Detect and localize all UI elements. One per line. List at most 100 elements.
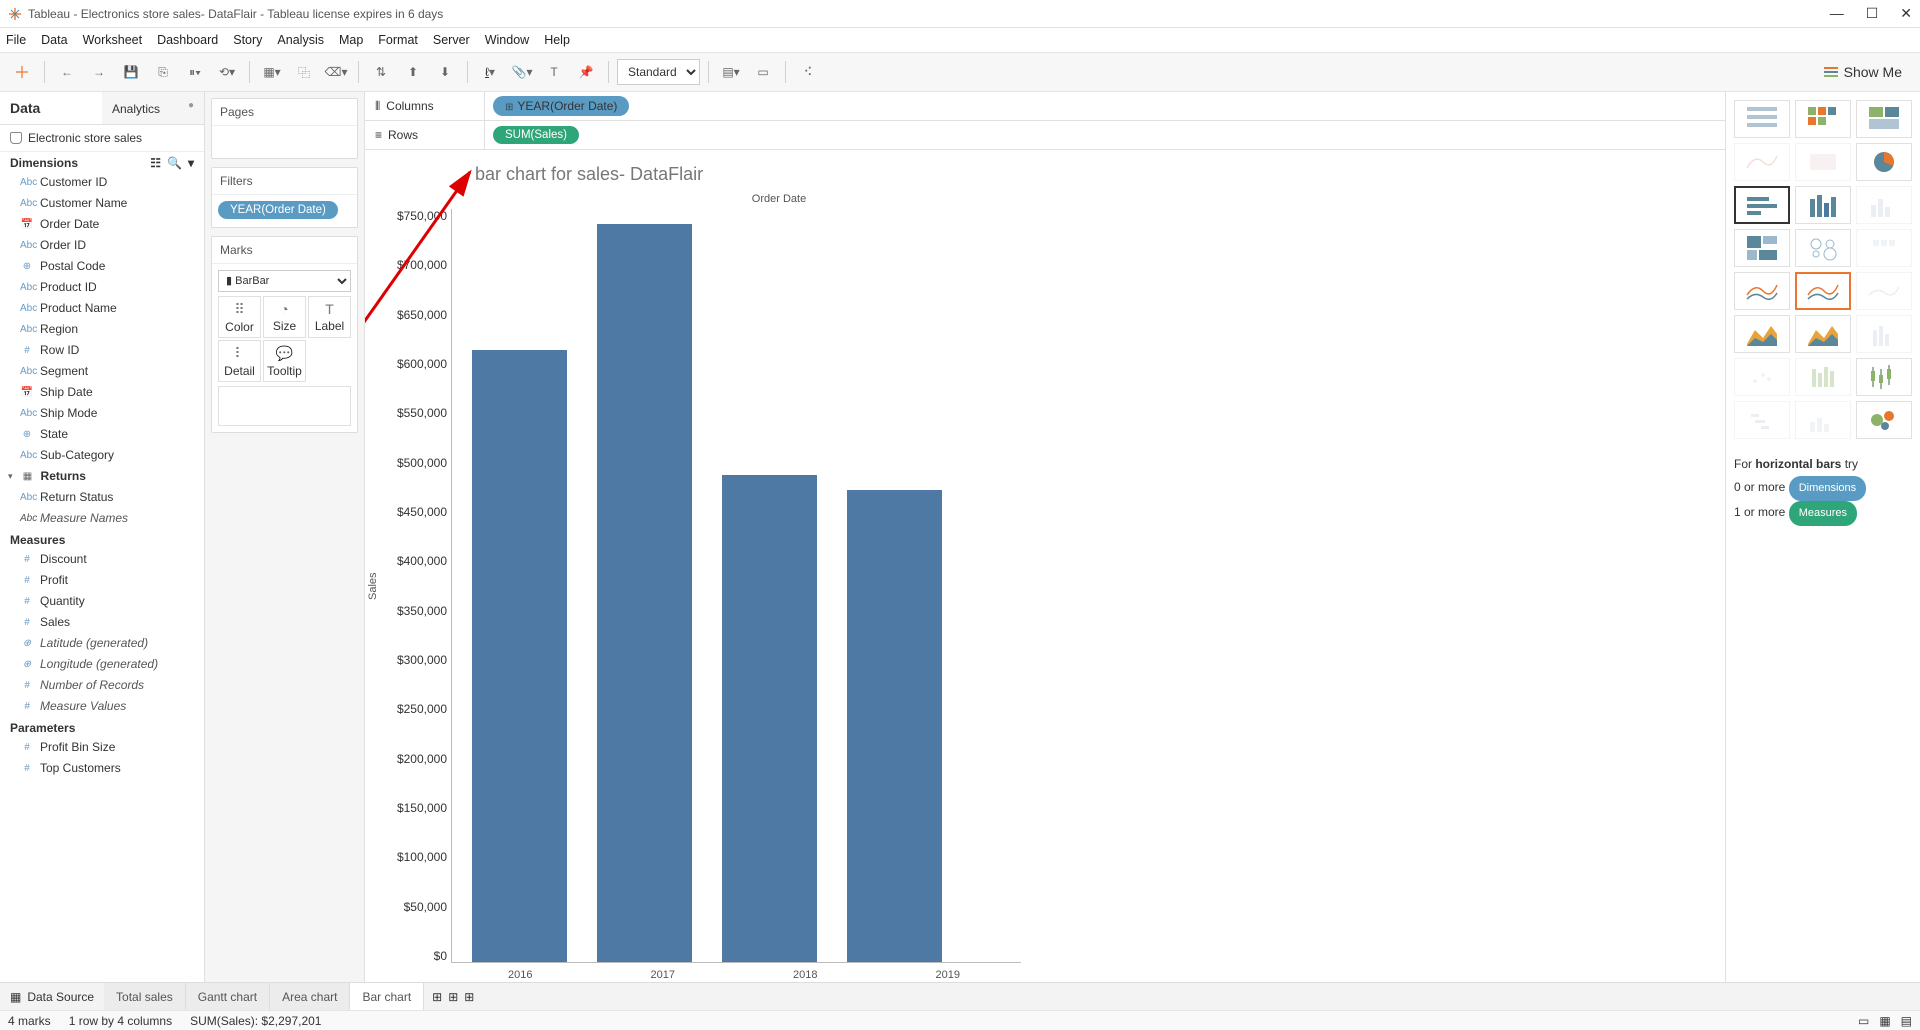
show-me-thumbnail[interactable] [1856,229,1912,267]
show-me-thumbnail[interactable] [1734,229,1790,267]
clear-button[interactable]: ⌫▾ [322,58,350,86]
new-sheet-button[interactable]: ⊞ [432,990,442,1004]
sheet-tab[interactable]: Gantt chart [186,983,270,1010]
field-item[interactable]: AbcOrder ID [0,235,204,256]
show-me-thumbnail[interactable] [1856,186,1912,224]
datasource-row[interactable]: Electronic store sales [0,125,204,152]
undo-button[interactable]: ← [53,58,81,86]
menu-window[interactable]: Window [485,33,529,47]
rows-shelf[interactable]: ≡Rows SUM(Sales) [365,121,1725,150]
show-me-thumbnail[interactable] [1734,100,1790,138]
menu-story[interactable]: Story [233,33,262,47]
show-me-thumbnail[interactable] [1795,186,1851,224]
show-me-thumbnail[interactable] [1856,272,1912,310]
search-icon[interactable]: 🔍 [167,156,182,170]
show-me-thumbnail[interactable] [1795,272,1851,310]
menu-help[interactable]: Help [544,33,570,47]
swap-button[interactable]: ⇅ [367,58,395,86]
field-item[interactable]: AbcSegment [0,361,204,382]
field-item[interactable]: #Number of Records [0,675,204,696]
menu-icon[interactable]: ▾ [188,156,194,170]
mark-type-select[interactable]: ▮ BarBar [218,270,351,292]
chart-bar[interactable] [847,490,942,962]
field-item[interactable]: #Profit [0,570,204,591]
field-item[interactable]: AbcReturn Status [0,487,204,508]
field-item[interactable]: AbcMeasure Names [0,508,204,529]
filters-shelf[interactable]: FiltersYEAR(Order Date) [211,167,358,228]
field-item[interactable]: AbcCustomer Name [0,193,204,214]
menu-map[interactable]: Map [339,33,363,47]
save-button[interactable]: 💾 [117,58,145,86]
field-item[interactable]: #Top Customers [0,758,204,779]
show-me-thumbnail[interactable] [1856,401,1912,439]
show-me-thumbnail[interactable] [1734,272,1790,310]
menu-data[interactable]: Data [41,33,67,47]
show-me-thumbnail[interactable] [1856,358,1912,396]
menu-dashboard[interactable]: Dashboard [157,33,218,47]
show-me-button[interactable]: Show Me [1814,64,1912,80]
menu-analysis[interactable]: Analysis [277,33,324,47]
mark-detail[interactable]: ⠇Detail [218,340,261,382]
refresh-button[interactable]: ⟲▾ [213,58,241,86]
group-button[interactable]: 📎▾ [508,58,536,86]
field-item[interactable]: ⊕Longitude (generated) [0,654,204,675]
field-item[interactable]: AbcProduct ID [0,277,204,298]
sheet-tab[interactable]: Area chart [270,983,350,1010]
columns-pill[interactable]: ⊞YEAR(Order Date) [493,96,629,116]
field-item[interactable]: AbcSub-Category [0,445,204,466]
analytics-tab[interactable]: Analytics● [102,92,204,124]
new-datasource-button[interactable]: ⎘ [149,58,177,86]
new-story-button[interactable]: ⊞ [464,990,474,1004]
menu-file[interactable]: File [6,33,26,47]
marks-drop-area[interactable] [218,386,351,426]
show-me-thumbnail[interactable] [1795,143,1851,181]
presentation-button[interactable]: ▭ [749,58,777,86]
chart-bar[interactable] [722,475,817,962]
pin-button[interactable]: 📌 [572,58,600,86]
field-item[interactable]: #Discount [0,549,204,570]
close-button[interactable]: ✕ [1900,5,1912,22]
datasource-tab[interactable]: ▦Data Source [0,990,104,1004]
rows-pill[interactable]: SUM(Sales) [493,126,579,144]
chart-title[interactable]: bar chart for sales- DataFlair [365,160,1715,193]
maximize-button[interactable]: ☐ [1866,5,1879,22]
field-item[interactable]: 📅Ship Date [0,382,204,403]
menu-worksheet[interactable]: Worksheet [83,33,143,47]
menu-format[interactable]: Format [378,33,418,47]
field-item[interactable]: #Sales [0,612,204,633]
chart-plot[interactable] [451,209,1021,963]
new-dashboard-button[interactable]: ⊞ [448,990,458,1004]
show-me-thumbnail[interactable] [1734,315,1790,353]
sheet-tab[interactable]: Total sales [104,983,186,1010]
returns-group[interactable]: ▾▦Returns [0,466,204,487]
field-item[interactable]: #Quantity [0,591,204,612]
mark-size[interactable]: ◔Size [263,296,306,338]
fit-select[interactable]: Standard [617,59,700,85]
chart-bar[interactable] [472,350,567,962]
field-item[interactable]: 📅Order Date [0,214,204,235]
field-item[interactable]: AbcCustomer ID [0,172,204,193]
show-me-thumbnail[interactable] [1734,358,1790,396]
show-me-thumbnail[interactable] [1734,186,1790,224]
mark-tooltip[interactable]: 💬Tooltip [263,340,306,382]
field-item[interactable]: AbcShip Mode [0,403,204,424]
show-me-thumbnail[interactable] [1795,358,1851,396]
share-button[interactable]: ⠪ [794,58,822,86]
show-me-thumbnail[interactable] [1856,143,1912,181]
field-item[interactable]: AbcRegion [0,319,204,340]
tableau-icon[interactable] [8,58,36,86]
view-icon[interactable]: ☷ [150,156,161,170]
field-item[interactable]: ⊕Postal Code [0,256,204,277]
pages-shelf[interactable]: Pages [211,98,358,159]
redo-button[interactable]: → [85,58,113,86]
chart-bar[interactable] [597,224,692,962]
new-worksheet-button[interactable]: ▦▾ [258,58,286,86]
sort-desc-button[interactable]: ⬇ [431,58,459,86]
field-item[interactable]: ⊕State [0,424,204,445]
field-item[interactable]: AbcProduct Name [0,298,204,319]
field-item[interactable]: #Row ID [0,340,204,361]
view-mode-icon[interactable]: ▭ [1858,1014,1869,1028]
mark-color[interactable]: ⠿Color [218,296,261,338]
show-me-thumbnail[interactable] [1856,100,1912,138]
minimize-button[interactable]: — [1830,5,1844,22]
